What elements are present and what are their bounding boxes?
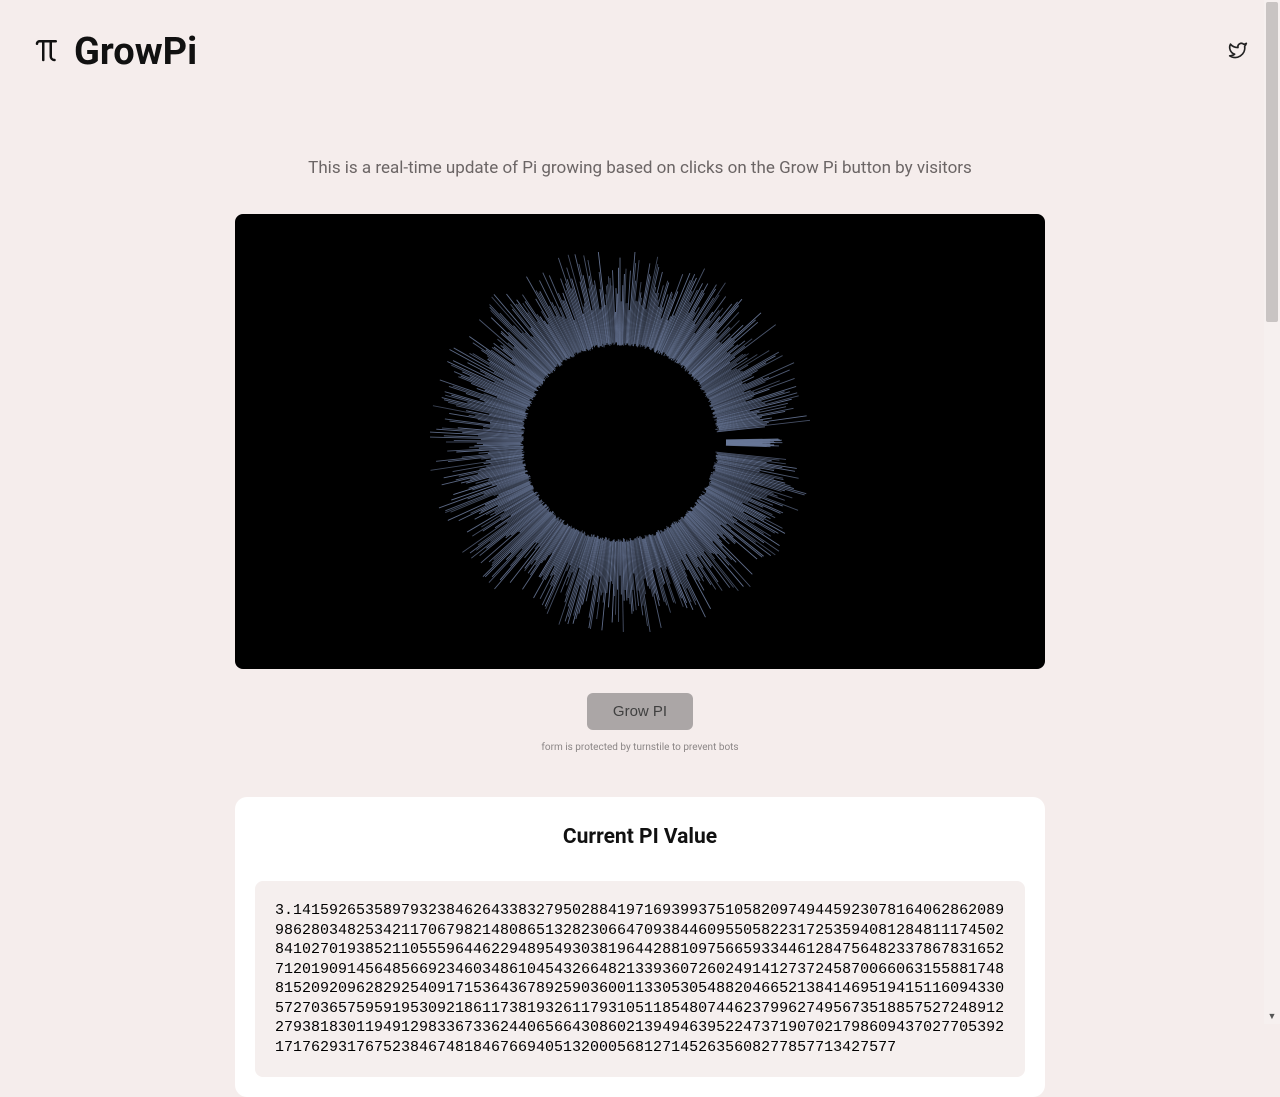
- pi-value-card: Current PI Value 3.141592653589793238462…: [235, 797, 1045, 1097]
- brand: GrowPi: [32, 30, 197, 74]
- scrollbar-thumb[interactable]: [1266, 2, 1278, 322]
- twitter-link[interactable]: [1228, 40, 1248, 64]
- scrollbar-arrow-down-icon[interactable]: ▼: [1266, 1010, 1278, 1022]
- twitter-icon: [1228, 45, 1248, 64]
- brand-name: GrowPi: [74, 30, 197, 74]
- scrollbar-track[interactable]: ▼: [1264, 0, 1280, 1024]
- pi-visualization-canvas: [235, 214, 1045, 669]
- grow-pi-button[interactable]: Grow PI: [587, 693, 693, 730]
- header: GrowPi: [0, 0, 1280, 104]
- pi-value-title: Current PI Value: [255, 825, 1025, 849]
- pi-circle-viz: [430, 252, 810, 632]
- main: This is a real-time update of Pi growing…: [235, 104, 1045, 1097]
- description-text: This is a real-time update of Pi growing…: [308, 158, 972, 178]
- pi-value-box: 3.14159265358979323846264338327950288419…: [255, 881, 1025, 1077]
- pi-icon: [32, 35, 62, 69]
- turnstile-note: form is protected by turnstile to preven…: [541, 742, 738, 753]
